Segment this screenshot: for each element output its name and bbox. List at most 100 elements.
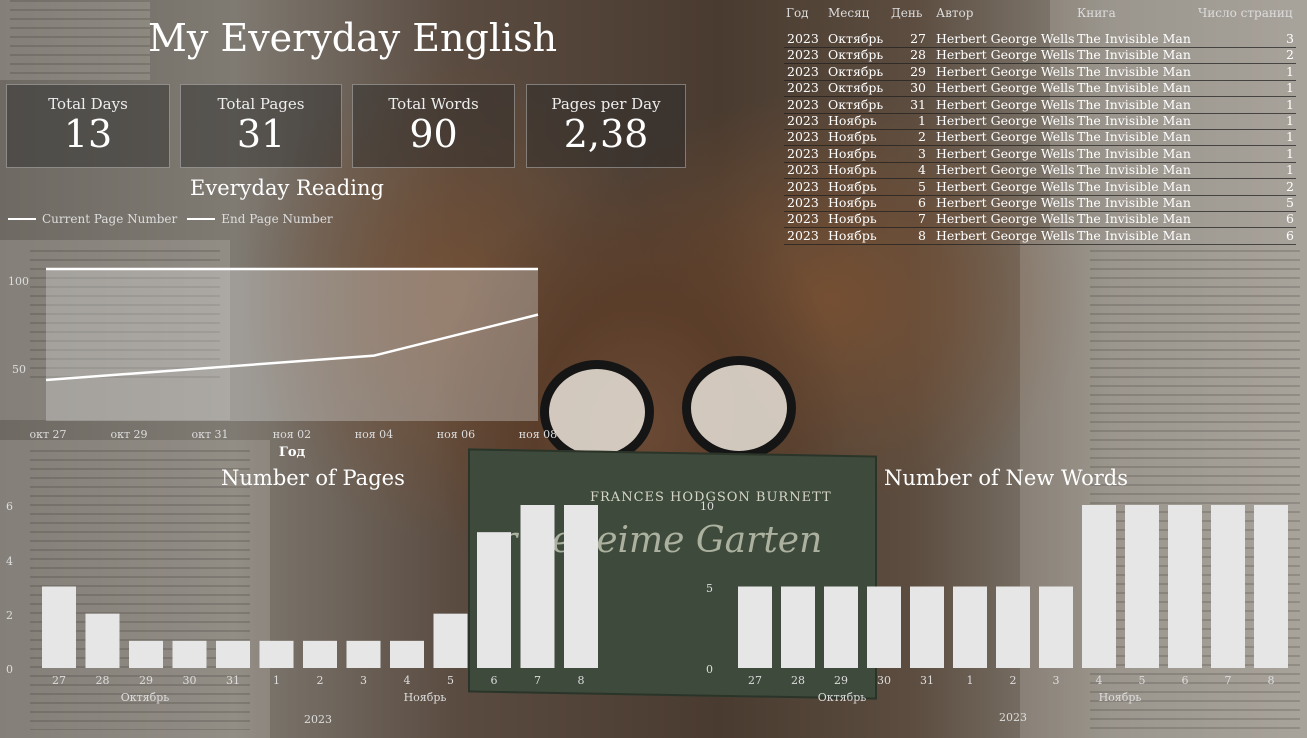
cell-author: Herbert George Wells <box>936 47 1075 63</box>
reading-area-end <box>46 269 538 421</box>
reading-chart-title: Everyday Reading <box>190 176 384 200</box>
table-row[interactable]: 2023 Октябрь 28 Herbert George Wells The Inv… <box>784 47 1296 65</box>
words-bar[interactable] <box>1254 505 1288 668</box>
reading-chart-legend[interactable]: Current Page Number End Page Number <box>8 212 333 226</box>
pages-bar[interactable] <box>303 640 337 668</box>
reading-line-chart[interactable]: 100 50 окт 27 окт 29 окт 31 ноя 02 ноя 0… <box>0 255 570 465</box>
cell-year: 2023 <box>787 113 819 128</box>
cell-day: 31 <box>910 96 926 112</box>
pages-x-tick-label: 1 <box>273 674 280 687</box>
pages-bar[interactable] <box>346 640 381 668</box>
pages-y-tick-label: 4 <box>6 555 13 568</box>
words-bar[interactable] <box>867 586 901 669</box>
cell-month: Октябрь <box>828 63 884 79</box>
table-row[interactable]: 2023 Октябрь 27 Herbert George Wells The Inv… <box>784 31 1296 48</box>
words-y-tick-label: 5 <box>706 582 713 595</box>
kpi-label: Total Pages <box>217 95 305 113</box>
words-x-tick-label: 1 <box>967 674 974 687</box>
reading-x-tick-label: ноя 08 <box>519 428 557 441</box>
table-header-day[interactable]: День <box>891 6 922 20</box>
pages-bar[interactable] <box>520 505 555 668</box>
cell-pages: 2 <box>1286 47 1294 63</box>
kpi-total-pages: Total Pages 31 <box>180 84 342 168</box>
table-header-month[interactable]: Месяц <box>828 6 869 20</box>
cell-day: 27 <box>910 31 926 46</box>
table-row[interactable]: 2023 Ноябрь 3 Herbert George Wells The Invis… <box>784 146 1296 163</box>
pages-x-tick-label: 28 <box>96 674 110 687</box>
pages-bar[interactable] <box>172 640 207 668</box>
cell-day: 4 <box>918 162 926 178</box>
table-row[interactable]: 2023 Октябрь 30 Herbert George Wells The Inv… <box>784 80 1296 98</box>
table-row[interactable]: 2023 Ноябрь 5 Herbert George Wells The Invis… <box>784 179 1296 196</box>
cell-day: 28 <box>910 47 926 63</box>
kpi-value: 2,38 <box>563 112 649 156</box>
words-bar[interactable] <box>953 586 987 669</box>
words-bar[interactable] <box>1082 505 1116 668</box>
pages-month-label: Октябрь <box>121 691 170 704</box>
table-row[interactable]: 2023 Ноябрь 8 Herbert George Wells The Invis… <box>784 228 1296 245</box>
cell-pages: 6 <box>1286 227 1294 243</box>
words-bar-chart[interactable]: 27 28 29 30 31 1 2 3 4 5 6 7 8 10 5 0 Октябрь Ноябрь… <box>700 495 1300 735</box>
words-bar[interactable] <box>910 586 944 669</box>
cell-month: Ноябрь <box>828 211 877 227</box>
words-bar[interactable] <box>1211 505 1245 668</box>
table-header-author[interactable]: Автор <box>936 6 973 20</box>
cell-month: Ноябрь <box>828 113 877 128</box>
cell-book: The Invisible Man <box>1077 178 1191 194</box>
pages-bar[interactable] <box>390 640 424 668</box>
table-row[interactable]: 2023 Ноябрь 6 Herbert George Wells The Invis… <box>784 195 1296 212</box>
pages-bar[interactable] <box>216 640 250 668</box>
words-bar[interactable] <box>996 586 1030 669</box>
pages-bar[interactable] <box>259 640 294 668</box>
cell-author: Herbert George Wells <box>936 162 1075 178</box>
cell-author: Herbert George Wells <box>936 178 1075 194</box>
pages-y-tick-label: 6 <box>6 500 13 513</box>
table-row[interactable]: 2023 Октябрь 31 Herbert George Wells The Inv… <box>784 97 1296 114</box>
words-y-tick-label: 0 <box>706 663 713 676</box>
cell-book: The Invisible Man <box>1077 31 1191 46</box>
table-header-book[interactable]: Книга <box>1077 6 1116 20</box>
pages-bar-chart[interactable]: 27 28 29 30 31 1 2 3 4 5 6 7 8 6 4 2 0 Октябрь Ноябр… <box>0 495 600 735</box>
legend-swatch-end <box>187 218 216 220</box>
pages-bar[interactable] <box>433 613 468 668</box>
page-title: My Everyday English <box>148 16 558 60</box>
table-header-pages[interactable]: Число страниц <box>1198 6 1293 20</box>
cell-book: The Invisible Man <box>1077 96 1191 112</box>
words-bar[interactable] <box>781 586 815 669</box>
pages-bar[interactable] <box>129 640 163 668</box>
words-bar[interactable] <box>824 586 858 669</box>
table-row[interactable]: 2023 Ноябрь 7 Herbert George Wells The Invis… <box>784 211 1296 229</box>
words-year-label: 2023 <box>999 711 1027 724</box>
cell-book: The Invisible Man <box>1077 211 1191 227</box>
words-x-tick-label: 28 <box>791 674 805 687</box>
reading-x-tick-label: окт 27 <box>29 428 66 441</box>
words-bar[interactable] <box>1125 505 1159 668</box>
pages-bar[interactable] <box>564 505 598 668</box>
cell-book: The Invisible Man <box>1077 113 1191 128</box>
cell-month: Ноябрь <box>828 145 877 161</box>
pages-bar[interactable] <box>42 586 76 669</box>
table-row[interactable]: 2023 Ноябрь 4 Herbert George Wells The Invis… <box>784 162 1296 180</box>
table-row[interactable]: 2023 Октябрь 29 Herbert George Wells The Inv… <box>784 64 1296 81</box>
pages-x-tick-label: 6 <box>491 674 498 687</box>
cell-month: Октябрь <box>828 96 884 112</box>
cell-day: 6 <box>918 195 926 210</box>
pages-bar[interactable] <box>85 613 120 668</box>
kpi-value: 13 <box>63 112 113 156</box>
cell-year: 2023 <box>787 96 819 112</box>
table-row[interactable]: 2023 Ноябрь 2 Herbert George Wells The Invis… <box>784 129 1296 147</box>
words-bar[interactable] <box>1039 586 1073 669</box>
table-header-year[interactable]: Год <box>786 6 809 20</box>
pages-bar[interactable] <box>477 532 511 668</box>
words-y-tick-label: 10 <box>700 500 714 513</box>
table-row[interactable]: 2023 Ноябрь 1 Herbert George Wells The Invis… <box>784 113 1296 130</box>
cell-book: The Invisible Man <box>1077 129 1191 145</box>
cell-book: The Invisible Man <box>1077 227 1191 243</box>
words-x-tick-label: 4 <box>1096 674 1103 687</box>
words-x-tick-label: 29 <box>834 674 848 687</box>
words-bar[interactable] <box>738 586 772 669</box>
kpi-total-days: Total Days 13 <box>6 84 170 168</box>
words-bar[interactable] <box>1168 505 1202 668</box>
pages-x-tick-label: 2 <box>317 674 324 687</box>
cell-pages: 1 <box>1286 96 1294 112</box>
